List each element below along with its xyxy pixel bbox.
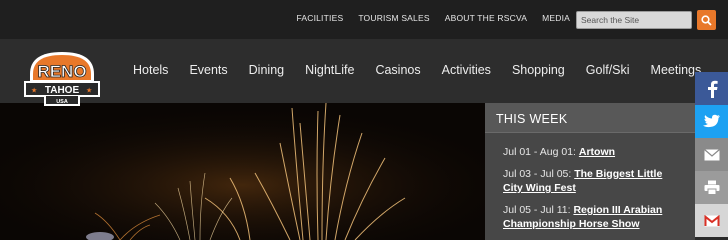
nav-events[interactable]: Events: [189, 63, 227, 77]
facilities-link[interactable]: FACILITIES: [296, 13, 343, 23]
nav-meetings[interactable]: Meetings: [651, 63, 702, 77]
nav-nightlife[interactable]: NightLife: [305, 63, 354, 77]
event-list: Jul 01 - Aug 01: Artown Jul 03 - Jul 05:…: [485, 133, 695, 231]
media-link[interactable]: MEDIA: [542, 13, 570, 23]
svg-text:★: ★: [31, 87, 37, 95]
print-icon: [704, 180, 719, 195]
twitter-icon: [702, 114, 720, 128]
hero-image-fireworks[interactable]: [0, 103, 485, 240]
email-share-button[interactable]: [695, 138, 728, 171]
top-bar: FACILITIES TOURISM SALES ABOUT THE RSCVA…: [0, 0, 728, 39]
logo-text-reno: RENO: [37, 62, 86, 81]
nav-casinos[interactable]: Casinos: [375, 63, 420, 77]
about-rscva-link[interactable]: ABOUT THE RSCVA: [445, 13, 527, 23]
email-icon: [703, 148, 720, 160]
search-button[interactable]: [697, 10, 716, 30]
main-nav-bar: Hotels Events Dining NightLife Casinos A…: [0, 39, 728, 103]
tourism-sales-link[interactable]: TOURISM SALES: [358, 13, 429, 23]
facebook-share-button[interactable]: [695, 72, 728, 105]
svg-text:★: ★: [86, 87, 92, 95]
event-date: Jul 01 - Aug 01:: [503, 146, 576, 158]
nav-activities[interactable]: Activities: [442, 63, 491, 77]
nav-hotels[interactable]: Hotels: [133, 63, 168, 77]
list-item: Jul 05 - Jul 11: Region III Arabian Cham…: [503, 203, 685, 231]
event-date: Jul 03 - Jul 05:: [503, 168, 572, 180]
gmail-icon: [704, 214, 719, 226]
share-bar: [695, 72, 728, 237]
nav-dining[interactable]: Dining: [249, 63, 284, 77]
fireworks-image: [0, 103, 485, 240]
reno-tahoe-logo[interactable]: RENO TAHOE ★ ★ USA: [22, 48, 102, 118]
facebook-icon: [707, 80, 718, 98]
utility-nav: FACILITIES TOURISM SALES ABOUT THE RSCVA…: [296, 13, 570, 23]
twitter-share-button[interactable]: [695, 105, 728, 138]
logo-text-usa: USA: [56, 99, 68, 105]
list-item: Jul 03 - Jul 05: The Biggest Little City…: [503, 167, 685, 195]
nav-golf-ski[interactable]: Golf/Ski: [586, 63, 630, 77]
print-button[interactable]: [695, 171, 728, 204]
search-input[interactable]: [576, 11, 692, 29]
event-date: Jul 05 - Jul 11:: [503, 204, 571, 216]
this-week-panel: THIS WEEK Jul 01 - Aug 01: Artown Jul 03…: [485, 103, 695, 240]
logo-text-tahoe: TAHOE: [45, 85, 80, 96]
main-nav: Hotels Events Dining NightLife Casinos A…: [133, 63, 722, 77]
event-link[interactable]: Artown: [579, 146, 615, 158]
gmail-share-button[interactable]: [695, 204, 728, 237]
search-icon: [701, 14, 712, 26]
list-item: Jul 01 - Aug 01: Artown: [503, 145, 685, 159]
this-week-title: THIS WEEK: [485, 103, 695, 133]
nav-shopping[interactable]: Shopping: [512, 63, 565, 77]
